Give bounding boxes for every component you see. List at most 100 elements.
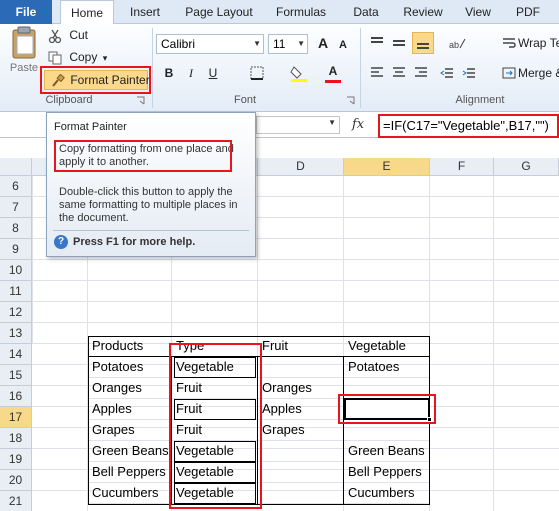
column-header-e[interactable]: E <box>344 158 430 176</box>
row-header[interactable]: 6 <box>0 176 32 197</box>
table-border <box>343 357 344 505</box>
column-header-d[interactable]: D <box>258 158 344 176</box>
tab-pdf[interactable]: PDF <box>508 0 548 24</box>
chevron-down-icon: ▼ <box>297 39 305 48</box>
row-header[interactable]: 8 <box>0 218 32 239</box>
align-left-icon[interactable] <box>370 66 384 80</box>
tab-file[interactable]: File <box>0 0 52 24</box>
borders-icon[interactable] <box>250 66 264 80</box>
merge-icon <box>502 67 516 79</box>
ribbon: Paste Cut Copy ▾ Format Painter Clipboar… <box>0 24 559 112</box>
clipboard-group-label: Clipboard <box>45 94 93 106</box>
align-top-icon[interactable] <box>370 36 384 50</box>
row-header[interactable]: 20 <box>0 470 32 491</box>
align-bottom-button[interactable] <box>412 32 434 54</box>
copy-icon <box>48 51 62 65</box>
tab-view[interactable]: View <box>458 0 498 24</box>
row-header[interactable]: 7 <box>0 197 32 218</box>
paste-label: Paste <box>9 62 39 74</box>
format-painter-highlight <box>40 66 151 94</box>
wrap-text-button[interactable]: Wrap Te <box>518 36 559 50</box>
italic-label: I <box>189 66 193 80</box>
help-icon: ? <box>54 235 68 249</box>
tooltip-description-highlight <box>54 140 232 172</box>
cut-button[interactable]: Cut <box>48 28 88 43</box>
grow-font-button[interactable]: A <box>314 34 332 52</box>
font-size-select[interactable]: 11 ▼ <box>268 34 308 54</box>
tab-data[interactable]: Data <box>344 0 388 24</box>
row-header[interactable]: 19 <box>0 449 32 470</box>
font-name-value: Calibri <box>161 37 196 51</box>
tab-page-layout[interactable]: Page Layout <box>178 0 260 24</box>
fx-icon[interactable]: fx <box>352 117 364 132</box>
row-header[interactable]: 9 <box>0 239 32 260</box>
shrink-font-button[interactable]: A <box>334 36 352 54</box>
copy-dropdown-arrow[interactable]: ▾ <box>103 53 108 63</box>
dialog-launcher-icon[interactable] <box>136 96 145 105</box>
ribbon-tabs: File Home Insert Page Layout Formulas Da… <box>0 0 559 25</box>
tab-formulas[interactable]: Formulas <box>268 0 334 24</box>
decrease-indent-icon[interactable] <box>440 66 454 80</box>
underline-button[interactable]: U <box>204 64 222 82</box>
copy-button[interactable]: Copy ▾ <box>48 50 107 65</box>
merge-center-button[interactable]: Merge & <box>518 66 559 80</box>
row-header[interactable]: 18 <box>0 428 32 449</box>
group-divider <box>152 28 153 108</box>
formula-input[interactable]: =IF(C17="Vegetable",B17,"") <box>378 114 559 138</box>
tab-review[interactable]: Review <box>398 0 448 24</box>
row-header[interactable]: 11 <box>0 281 32 302</box>
format-painter-tooltip: Format Painter Copy formatting from one … <box>46 112 256 257</box>
alignment-group-label: Alignment <box>455 94 505 106</box>
shrink-font-label: A <box>339 39 347 51</box>
row-header[interactable]: 15 <box>0 365 32 386</box>
row-header[interactable]: 17 <box>0 407 32 428</box>
tooltip-help: ? Press F1 for more help. <box>54 235 195 249</box>
tooltip-help-text: Press F1 for more help. <box>73 235 196 248</box>
chevron-down-icon: ▼ <box>328 118 336 127</box>
active-cell-highlight <box>338 394 436 424</box>
bold-button[interactable]: B <box>160 64 178 82</box>
orientation-icon[interactable]: ab <box>448 36 466 50</box>
align-right-icon[interactable] <box>414 66 428 80</box>
svg-text:ab: ab <box>449 40 459 50</box>
row-header[interactable]: 14 <box>0 344 32 365</box>
align-middle-icon[interactable] <box>392 36 406 50</box>
bold-label: B <box>164 66 174 80</box>
chevron-down-icon: ▼ <box>253 39 261 48</box>
cut-label: Cut <box>69 28 89 42</box>
row-header[interactable]: 12 <box>0 302 32 323</box>
tab-home[interactable]: Home <box>60 0 114 25</box>
dialog-launcher-icon[interactable] <box>346 96 355 105</box>
font-color-swatch <box>325 80 341 83</box>
tooltip-detail: Double-click this button to apply the sa… <box>59 186 238 224</box>
font-color-button[interactable]: A <box>324 62 342 80</box>
row-header[interactable]: 16 <box>0 386 32 407</box>
name-box[interactable]: ▼ <box>256 116 340 134</box>
font-group-label: Font <box>233 94 256 106</box>
wrap-text-icon <box>503 38 516 48</box>
column-header-g[interactable]: G <box>494 158 559 176</box>
underline-label: U <box>208 66 218 80</box>
column-header-f[interactable]: F <box>430 158 494 176</box>
row-header[interactable]: 10 <box>0 260 32 281</box>
tooltip-divider <box>53 230 249 231</box>
tooltip-title: Format Painter <box>54 121 127 133</box>
italic-button[interactable]: I <box>182 64 200 82</box>
grow-font-label: A <box>317 35 329 51</box>
type-column-highlight <box>169 343 262 509</box>
align-bottom-icon <box>417 43 429 49</box>
row-header[interactable]: 13 <box>0 323 32 344</box>
group-divider <box>360 28 361 108</box>
scissors-icon <box>48 29 62 43</box>
tab-insert[interactable]: Insert <box>122 0 168 24</box>
row-header[interactable]: 21 <box>0 491 32 511</box>
fill-color-icon[interactable] <box>290 64 308 82</box>
font-name-select[interactable]: Calibri ▼ <box>156 34 264 54</box>
select-all-corner[interactable] <box>0 158 32 176</box>
font-color-label: A <box>328 64 338 78</box>
copy-label: Copy <box>69 50 98 64</box>
increase-indent-icon[interactable] <box>462 66 476 80</box>
paste-button[interactable]: Paste <box>8 26 40 82</box>
align-center-icon[interactable] <box>392 66 406 80</box>
clipboard-icon <box>12 26 36 59</box>
